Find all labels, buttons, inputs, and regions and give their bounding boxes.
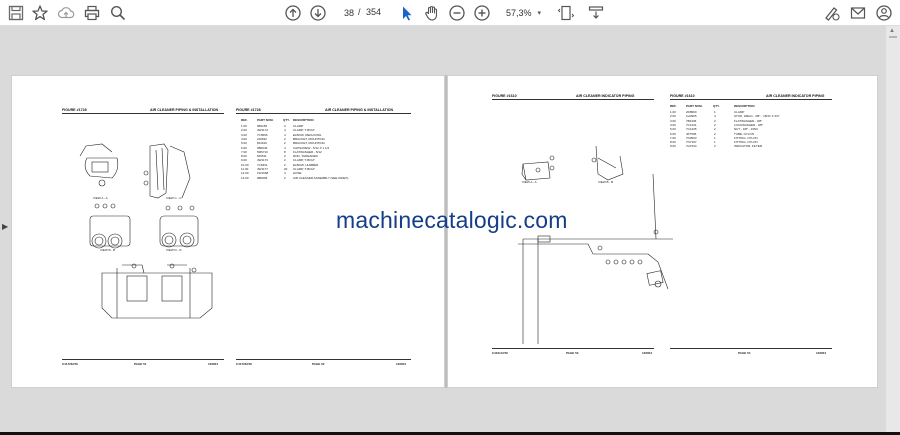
figure-title: AIR CLEANER PIPING & INSTALLATION [150,108,219,112]
column-header-part: PART NUM. [257,118,274,122]
column-header-part: PART NUM. [686,104,703,108]
footer-date: 12/8/04 [642,351,653,355]
footer-file: C41728.FM [62,362,78,366]
figure-number: FIGURE #1610 [492,94,517,98]
footer-rule [670,348,832,349]
footer-file: C41728.FM [236,362,252,366]
table-cell-qty: 2 [284,175,286,180]
column-header-qty: QTY. [713,104,720,108]
figure-number: FIGURE #1610 [670,94,695,98]
chevron-down-icon: ▾ [537,10,541,17]
table-cell-part: 9B0096 [257,175,268,180]
scroll-thumb[interactable] [889,36,897,38]
table-cell-qty: 2 [714,144,716,149]
header-rule [236,113,411,114]
column-header-ref: REF. [670,104,677,108]
footer-rule [236,359,411,360]
page-view-icon[interactable] [586,3,606,23]
footer-rule [492,348,654,349]
print-icon[interactable] [82,3,102,23]
watermark-text: machinecatalogic.com [336,207,568,233]
fit-page-icon[interactable] [556,3,576,23]
sign-icon[interactable] [822,3,842,23]
column-header-description: DESCRIPTION [293,118,314,122]
header-rule [492,99,654,100]
footer-date: 12/8/04 [816,351,827,355]
table-cell-description: AIR CLEANER ASSEMBLY (SEE INDEX) [293,175,349,180]
column-header-ref: REF. [241,118,248,122]
footer-page: PAGE 52 [312,362,325,366]
footer-page: PAGE 53 [566,351,579,355]
select-cursor-icon[interactable] [397,3,417,23]
hand-tool-icon[interactable] [422,3,442,23]
scroll-up-icon[interactable]: ▲ [889,28,895,34]
footer-page: PAGE 54 [738,351,751,355]
figure-title: AIR CLEANER INDICATOR PIPING [576,94,635,98]
zoom-value: 57,3% [506,8,532,18]
footer-date: 12/8/04 [208,362,219,366]
header-rule [62,113,224,114]
header-rule [670,99,832,100]
account-icon[interactable] [874,3,894,23]
table-cell-ref: 13.00 [241,175,249,180]
figure-number: FIGURE #1728 [62,108,87,112]
footer-file: C41610.FM [492,351,508,355]
magnifier-icon[interactable] [108,3,128,23]
page-number-input[interactable] [330,5,354,21]
table-cell-description: INDICATOR, FILTER [734,144,763,149]
save-icon[interactable] [6,3,26,23]
figure-title: AIR CLEANER INDICATOR PIPING [766,94,825,98]
column-header-qty: QTY. [283,118,290,122]
footer-date: 12/8/04 [396,362,407,366]
cloud-upload-icon[interactable] [56,3,76,23]
next-page-icon[interactable] [308,3,328,23]
left-panel-arrow-icon[interactable]: ▶ [2,222,8,231]
footer-rule [62,359,224,360]
indicator-piping-drawing [518,145,673,344]
mail-icon[interactable] [848,3,868,23]
pdf-viewer: { "toolbar": { "save_icon": "save-icon",… [0,0,900,435]
footer-page: PAGE 51 [134,362,147,366]
total-pages: 354 [366,7,382,17]
previous-page-icon[interactable] [283,3,303,23]
toolbar: / 354 57,3% ▾ [0,0,900,26]
column-header-description: DESCRIPTION [734,104,755,108]
air-cleaner-drawing [79,143,213,319]
figure-number: FIGURE #1728 [236,108,261,112]
star-icon[interactable] [30,3,50,23]
zoom-out-icon[interactable] [447,3,467,23]
vertical-scrollbar[interactable]: ▲ [886,26,900,433]
zoom-select[interactable]: 57,3% ▾ [498,4,544,22]
figure-title: AIR CLEANER PIPING & INSTALLATION [325,108,394,112]
page-separator: / [358,7,361,17]
table-cell-part: 7H7234 [686,144,697,149]
zoom-in-icon[interactable] [472,3,492,23]
